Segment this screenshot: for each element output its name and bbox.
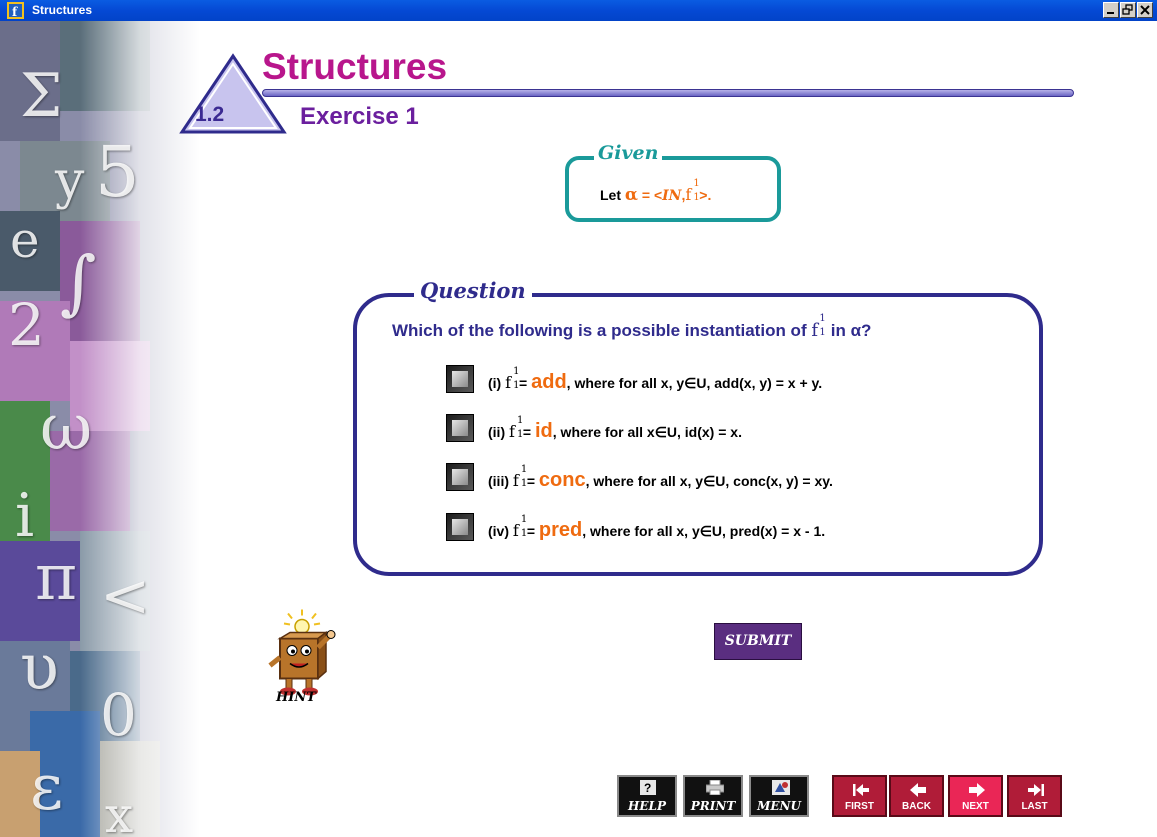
glyph: π [35,541,78,615]
glyph: Σ [20,61,63,131]
help-button[interactable]: ? HELP [617,775,677,817]
restore-button[interactable] [1120,2,1136,18]
given-equals: = < [641,187,663,203]
page-title: Structures [262,46,448,87]
menu-icon [772,780,790,795]
given-label: Given [594,142,663,164]
glyph: υ [20,631,59,705]
glyph: < [100,561,151,631]
given-function-symbol: f11 [685,178,700,204]
minimize-icon [1107,12,1114,14]
window-title: Structures [32,3,93,17]
math-symbols-collage: Σ y 5 e ∫ 2 ω i π < υ 0 ε x [0,21,200,837]
option-checkbox[interactable] [446,513,474,541]
first-label: FIRST [845,801,874,812]
section-number: 1.2 [195,103,225,126]
option-text: (iii) f 1 1 = conc, where for all x, y∈U, c… [488,464,833,491]
option-fname: pred [538,519,583,541]
last-label: LAST [1021,801,1048,812]
question-text: Which of the following is a possible ins… [392,313,872,341]
last-button[interactable]: LAST [1007,775,1062,817]
first-icon [853,784,869,796]
print-label: PRINT [690,799,736,813]
question-label: Question [414,278,532,303]
minimize-button[interactable] [1103,2,1119,18]
option-text: (i) f 1 1 = add, where for all x, y∈U, add(… [488,366,823,393]
title-underline [262,89,1074,97]
glyph: ω [40,391,93,465]
help-label: HELP [628,799,666,813]
hint-label[interactable]: HINT [276,690,316,705]
back-label: BACK [902,801,931,812]
given-statement: Let α = <IN,f 1 1 >. [600,178,712,205]
glyph: 5 [95,131,140,213]
given-alpha: α [624,185,638,205]
option-checkbox[interactable] [446,463,474,491]
option-checkbox[interactable] [446,414,474,442]
close-icon [1140,5,1150,15]
menu-button[interactable]: MENU [749,775,809,817]
last-icon [1028,784,1044,796]
option-text: (iv) f 1 1 = pred, where for all x, y∈U, pr… [488,514,826,541]
option-function-symbol: f11 [509,415,524,441]
app-icon: f [7,2,24,19]
given-close: >. [699,187,712,203]
glyph: e [10,211,40,269]
option-function-symbol: f11 [512,464,528,490]
option-function-symbol: f11 [505,366,520,392]
svg-text:f: f [12,5,18,19]
next-label: NEXT [962,801,989,812]
menu-label: MENU [757,799,801,813]
restore-icon [1122,4,1133,15]
submit-button[interactable]: SUBMIT [714,623,802,660]
glyph: x [105,786,134,837]
glyph: ε [30,751,64,825]
option-text: (ii) f 1 1 = id, where for all x∈U, id(x) =… [488,415,742,442]
page-subtitle: Exercise 1 [300,103,419,130]
print-button[interactable]: PRINT [683,775,743,817]
option-fname: add [531,371,567,393]
next-button[interactable]: NEXT [948,775,1003,817]
glyph: 0 [100,681,137,749]
title-bar: f Structures [0,0,1157,21]
svg-text:?: ? [644,781,651,795]
option-fname: conc [538,469,586,491]
option-function-symbol: f11 [512,514,528,540]
question-function-symbol: f11 [811,313,826,341]
next-arrow-icon [969,783,985,797]
option-checkbox[interactable] [446,365,474,393]
back-button[interactable]: BACK [889,775,944,817]
option-fname: id [535,420,553,442]
printer-icon [706,780,724,795]
glyph: 2 [8,291,45,359]
given-let: Let [600,187,621,203]
help-icon: ? [640,780,656,795]
back-arrow-icon [910,783,926,797]
glyph: i [15,481,35,551]
glyph: y [55,151,85,211]
close-button[interactable] [1137,2,1153,18]
glyph: ∫ [60,241,97,323]
first-button[interactable]: FIRST [832,775,887,817]
given-domain: IN [662,188,682,204]
